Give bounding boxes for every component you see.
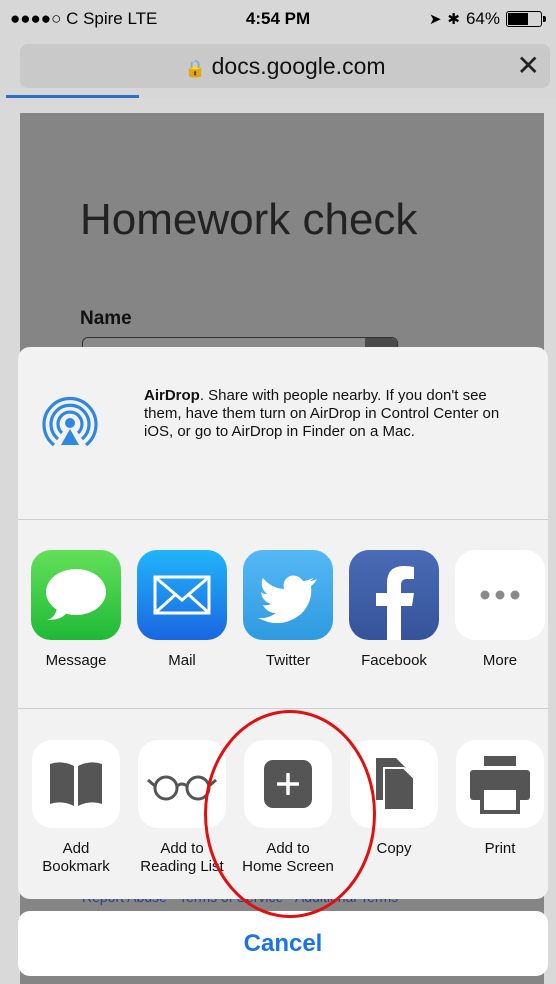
action-print[interactable]: Print	[454, 740, 546, 858]
action-add-home-screen[interactable]: Add to Home Screen	[242, 740, 334, 876]
add-bookmark-label: Add Bookmark	[42, 840, 110, 875]
action-copy[interactable]: Copy	[348, 740, 440, 858]
url-text: docs.google.com	[211, 53, 386, 79]
share-mail[interactable]: Mail	[136, 550, 228, 670]
address-bar[interactable]: 🔒 docs.google.com ✕	[20, 44, 550, 88]
mail-label: Mail	[168, 652, 196, 669]
browser-toolbar: 🔒 docs.google.com ✕	[0, 40, 556, 98]
battery-icon	[506, 11, 546, 27]
copy-icon	[350, 740, 438, 828]
message-label: Message	[45, 652, 107, 669]
name-label: Name	[80, 308, 132, 329]
airdrop-section[interactable]: AirDrop. Share with people nearby. If yo…	[18, 347, 548, 520]
status-bar: ●●●●○ C Spire LTE 4:54 PM ➤ ✱ 64%	[0, 0, 556, 40]
glasses-icon	[138, 740, 226, 828]
mail-icon	[137, 550, 227, 640]
more-label: More	[482, 652, 518, 669]
lock-icon: 🔒	[184, 59, 206, 78]
add-home-screen-label: Add to Home Screen	[242, 840, 334, 875]
add-reading-list-label: Add to Reading List	[140, 840, 224, 875]
airdrop-icon	[42, 396, 98, 447]
share-more[interactable]: More	[454, 550, 546, 670]
book-icon	[32, 740, 120, 828]
print-label: Print	[484, 840, 516, 857]
action-add-reading-list[interactable]: Add to Reading List	[136, 740, 228, 876]
location-icon: ➤	[428, 11, 442, 28]
battery-percent: 64%	[465, 9, 500, 28]
share-twitter[interactable]: Twitter	[242, 550, 334, 670]
printer-icon	[456, 740, 544, 828]
close-icon[interactable]: ✕	[517, 49, 540, 82]
copy-label: Copy	[376, 840, 412, 857]
status-right: ➤ ✱ 64%	[428, 9, 546, 29]
twitter-label: Twitter	[265, 652, 311, 669]
facebook-label: Facebook	[361, 652, 427, 669]
twitter-icon	[243, 550, 333, 640]
share-sheet: AirDrop. Share with people nearby. If yo…	[18, 347, 548, 899]
plus-icon	[244, 740, 332, 828]
cancel-button[interactable]: Cancel	[18, 911, 548, 976]
share-actions-row: Add Bookmark Add to Reading List Add to …	[18, 710, 548, 899]
page-load-progress	[6, 95, 139, 98]
facebook-icon	[349, 550, 439, 640]
more-icon	[455, 550, 545, 640]
share-apps-row: Message Mail Twitter Facebook More	[18, 521, 548, 709]
airdrop-description: AirDrop. Share with people nearby. If yo…	[144, 387, 500, 440]
bluetooth-icon: ✱	[447, 11, 460, 28]
share-facebook[interactable]: Facebook	[348, 550, 440, 670]
message-icon	[31, 550, 121, 640]
page-title: Homework check	[80, 195, 418, 244]
action-add-bookmark[interactable]: Add Bookmark	[30, 740, 122, 876]
share-message[interactable]: Message	[30, 550, 122, 670]
